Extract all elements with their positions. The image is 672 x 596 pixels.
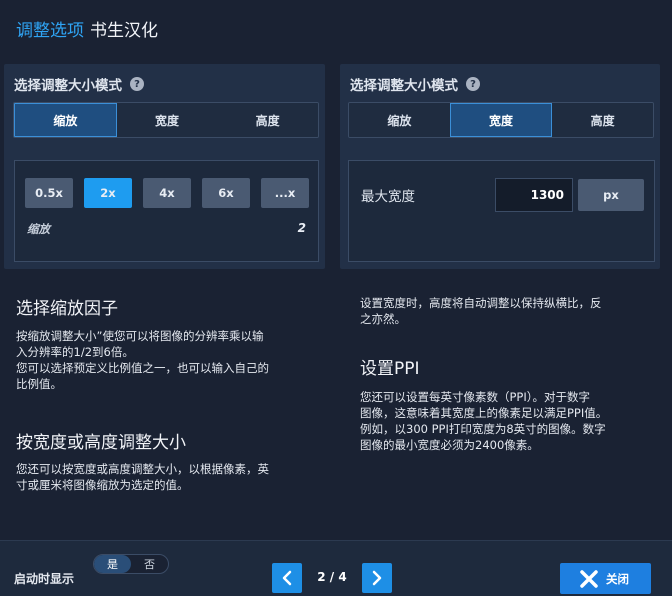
text-line: 寸或厘米将图像缩放为选定的值。 <box>16 478 189 492</box>
footer-bar: 启动时显示 是 否 2 / 4 关闭 <box>0 540 672 596</box>
title-rest: 书生汉化 <box>90 21 158 41</box>
show-on-startup-toggle[interactable]: 是 否 <box>93 554 169 574</box>
scale-option-4x[interactable]: 4x <box>143 178 191 208</box>
resize-mode-selector: 缩放 宽度 高度 <box>13 102 319 138</box>
window-title: 调整选项 书生汉化 <box>16 16 158 42</box>
scale-option-6x[interactable]: 6x <box>202 178 250 208</box>
scale-option-0-5x[interactable]: 0.5x <box>25 178 73 208</box>
max-width-input[interactable] <box>495 178 573 212</box>
show-on-startup-label: 启动时显示 <box>14 572 75 586</box>
width-help-text: 设置宽度时，高度将自动调整以保持纵横比，反 之亦然。 <box>360 295 660 327</box>
scale-factor-text: 按缩放调整大小”使您可以将图像的分辨率乘以输 入分辨率的1/2到6倍。 您可以选… <box>16 328 316 392</box>
text-line: 比例值。 <box>16 377 62 391</box>
dimension-text: 您还可以按宽度或高度调整大小，以根据像素，英 寸或厘米将图像缩放为选定的值。 <box>16 461 316 493</box>
resize-mode-selector: 缩放 宽度 高度 <box>348 102 654 138</box>
scale-factor-heading: 选择缩放因子 <box>16 299 118 319</box>
ppi-text: 您还可以设置每英寸像素数（PPI）。对于数字 图像，这意味着其宽度上的像素足以满… <box>360 389 660 453</box>
page-indicator: 2 / 4 <box>317 570 347 584</box>
scale-option-2x[interactable]: 2x <box>84 178 132 208</box>
panel-title: 选择调整大小模式 ? <box>14 74 144 94</box>
panel-title-text: 选择调整大小模式 <box>350 78 458 94</box>
mode-height-button[interactable]: 高度 <box>217 103 318 137</box>
mode-width-button[interactable]: 宽度 <box>449 103 553 137</box>
mode-width-button[interactable]: 宽度 <box>116 103 218 137</box>
width-options-box: 最大宽度 px <box>348 160 655 262</box>
text-line: 您可以选择预定义比例值之一，也可以输入自己的 <box>16 361 269 375</box>
text-line: 入分辨率的1/2到6倍。 <box>16 345 134 359</box>
toggle-yes[interactable]: 是 <box>94 555 131 573</box>
next-page-button[interactable] <box>362 563 392 593</box>
mode-scale-button[interactable]: 缩放 <box>349 103 450 137</box>
panel-title: 选择调整大小模式 ? <box>350 74 480 94</box>
text-line: 图像，这意味着其宽度上的像素足以满足PPI值。 <box>360 406 608 420</box>
text-line: 按缩放调整大小”使您可以将图像的分辨率乘以输 <box>16 329 264 343</box>
text-line: 图像的最小宽度必须为2400像素。 <box>360 438 539 452</box>
ppi-heading: 设置PPI <box>360 359 420 379</box>
panel-title-text: 选择调整大小模式 <box>14 78 122 94</box>
dimension-heading: 按宽度或高度调整大小 <box>16 433 186 453</box>
mode-height-button[interactable]: 高度 <box>552 103 653 137</box>
title-accent: 调整选项 <box>16 21 84 41</box>
text-line: 设置宽度时，高度将自动调整以保持纵横比，反 <box>360 296 602 310</box>
chevron-right-icon <box>372 570 382 586</box>
help-icon[interactable]: ? <box>466 77 480 91</box>
toggle-no[interactable]: 否 <box>131 555 168 573</box>
text-line: 您还可以按宽度或高度调整大小，以根据像素，英 <box>16 462 269 476</box>
scale-option-custom[interactable]: ...x <box>261 178 309 208</box>
width-mode-panel: 选择调整大小模式 ? 缩放 宽度 高度 最大宽度 px <box>340 64 660 269</box>
mode-scale-button[interactable]: 缩放 <box>14 103 117 137</box>
chevron-left-icon <box>282 570 292 586</box>
scale-value: 2 <box>297 221 306 235</box>
text-line: 之亦然。 <box>360 312 406 326</box>
text-line: 例如，以300 PPI打印宽度为8英寸的图像。数字 <box>360 422 606 436</box>
close-button-label: 关闭 <box>606 571 629 586</box>
previous-page-button[interactable] <box>272 563 302 593</box>
close-x-icon <box>580 569 598 588</box>
max-width-label: 最大宽度 <box>361 189 415 205</box>
text-line: 您还可以设置每英寸像素数（PPI）。对于数字 <box>360 390 591 404</box>
close-button[interactable]: 关闭 <box>560 563 651 594</box>
scale-label: 缩放 <box>27 222 50 236</box>
scale-options: 0.5x 2x 4x 6x ...x <box>25 178 309 208</box>
scale-mode-panel: 选择调整大小模式 ? 缩放 宽度 高度 0.5x 2x 4x 6x ...x 缩… <box>4 64 325 269</box>
help-icon[interactable]: ? <box>130 77 144 91</box>
unit-selector[interactable]: px <box>578 179 644 211</box>
scale-options-box: 0.5x 2x 4x 6x ...x 缩放 2 <box>14 160 319 262</box>
